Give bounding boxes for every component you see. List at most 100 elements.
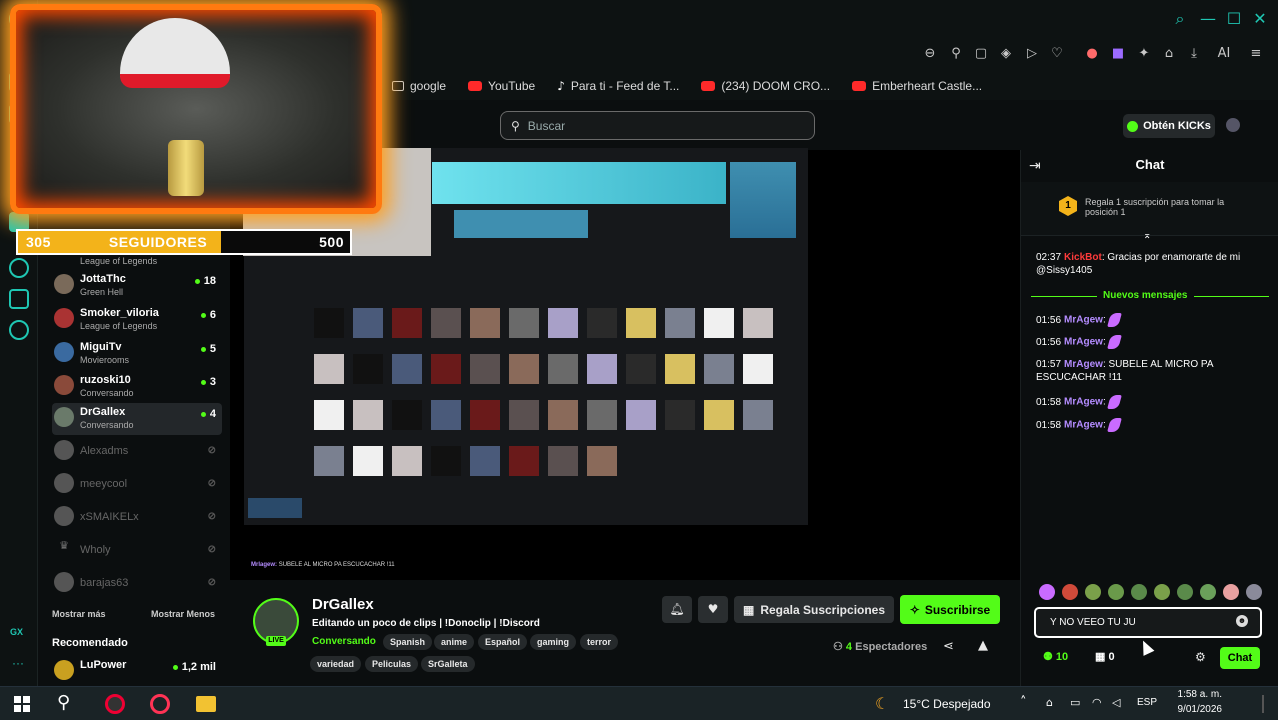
heart-icon[interactable]: ♥ [698,596,728,623]
play-icon[interactable]: ▷ [1024,46,1040,62]
recommended-item[interactable]: LuPower 1,2 mil [52,656,222,686]
clip-thumbnail [665,400,695,430]
volume-icon[interactable]: ◁ [1112,696,1120,709]
maximize-icon[interactable]: ☐ [1224,9,1244,28]
download-icon[interactable]: ⤓ [1186,46,1202,62]
channel-item-offline[interactable]: barajas63 ⊘ [52,568,222,600]
snapshot-icon[interactable]: ▢ [973,46,989,62]
wifi-icon[interactable]: ◠ [1092,696,1102,709]
search-tabs-icon[interactable]: ⌕ [1170,9,1190,29]
settings-icon[interactable] [9,320,29,340]
discord-extension-icon[interactable]: ■ [1110,46,1126,62]
bookmark-doom[interactable]: (234) DOOM CRO... [701,79,830,93]
chat-input[interactable]: Y NO VEEO TU JU [1034,607,1262,638]
show-less-link[interactable]: Mostrar Menos [151,609,215,619]
channel-item[interactable]: MiguiTv Movierooms 5 [52,338,222,370]
emote-icon[interactable] [1154,584,1170,600]
vpn-icon[interactable]: ⌂ [1161,46,1177,62]
tag[interactable]: SrGalleta [421,656,475,672]
get-kicks-button[interactable]: Obtén KICKs [1123,114,1215,138]
tag[interactable]: terror [580,634,619,650]
clip-thumbnail [353,308,383,338]
extensions-icon[interactable] [9,289,29,309]
tag[interactable]: Español [478,634,528,650]
search-icon[interactable]: ⚲ [57,692,70,713]
channel-item-offline[interactable]: xSMAIKELx ⊘ [52,502,222,534]
tag[interactable]: variedad [310,656,362,672]
show-more-link[interactable]: Mostrar más [52,609,106,619]
share-icon[interactable]: ⋖ [943,639,954,654]
channel-item[interactable]: Smoker_viloria League of Legends 6 [52,304,222,336]
pin-icon[interactable]: ⚲ [948,46,964,62]
gift-counter[interactable]: ▦ 0 [1095,650,1115,663]
moon-weather-icon[interactable]: ☾ [875,694,889,713]
tag[interactable]: Spanish [383,634,433,650]
emote-icon[interactable] [1039,584,1055,600]
user-avatar[interactable] [1226,118,1240,132]
clock-time[interactable]: 1:58 a. m. [1170,689,1222,700]
emote-icon[interactable] [1131,584,1147,600]
puzzle-icon[interactable]: ✦ [1136,46,1152,62]
emote-icon[interactable] [1108,584,1124,600]
expand-icon[interactable]: ⌅ [1143,230,1151,241]
stream-category[interactable]: Conversando [312,636,376,647]
emoji-icon[interactable]: ☻ [1236,615,1248,627]
chat-settings-icon[interactable]: ⚙ [1195,650,1206,664]
bookmark-youtube[interactable]: YouTube [468,79,535,93]
tray-app-icon[interactable]: ⌂ [1046,696,1053,709]
emote-icon[interactable] [1223,584,1239,600]
channel-points[interactable]: ⚉ 10 [1043,650,1068,663]
streamer-name[interactable]: DrGallex [312,596,374,613]
tag[interactable]: Peliculas [365,656,419,672]
clip-thumbnail [314,400,344,430]
weather-text[interactable]: 15°C Despejado [903,697,991,711]
bell-icon[interactable]: 🔔︎ [662,596,692,623]
bookmark-emberheart[interactable]: Emberheart Castle... [852,79,982,93]
color-extension-icon[interactable]: ● [1084,46,1100,62]
opera-gx-taskbar-icon[interactable] [150,694,170,714]
emote-icon[interactable] [1246,584,1262,600]
tray-chevron-icon[interactable]: ˄ [1020,695,1027,710]
emote-icon[interactable] [1200,584,1216,600]
report-icon[interactable]: ▲ [978,638,988,653]
gift-subs-button[interactable]: ▦ Regala Suscripciones [734,596,894,623]
zoom-icon[interactable]: ⊖ [922,46,938,62]
clip-thumbnail [509,400,539,430]
show-desktop-button[interactable] [1262,695,1264,713]
gx-label-icon[interactable]: GX [10,627,23,637]
channel-item-offline[interactable]: meeycool ⊘ [52,469,222,501]
channel-item[interactable]: JottaThc Green Hell 18 [52,270,222,302]
network-icon[interactable]: ▭ [1070,696,1080,709]
minimize-icon[interactable]: — [1198,9,1218,28]
bookmark-tiktok[interactable]: ♪ Para ti - Feed de T... [557,79,679,93]
bookmark-google[interactable]: google [392,79,446,93]
tag[interactable]: gaming [530,634,577,650]
clock-date[interactable]: 9/01/2026 [1170,704,1223,715]
send-chat-button[interactable]: Chat [1220,647,1260,669]
shield-icon[interactable]: ◈ [998,46,1014,62]
emote-icon[interactable] [1085,584,1101,600]
emote-icon[interactable] [1177,584,1193,600]
menu-icon[interactable]: ≡ [1248,46,1264,62]
clock-icon[interactable] [9,258,29,278]
windows-start-icon[interactable] [14,696,30,712]
editor-panel [730,162,796,238]
obs-icon[interactable] [105,694,125,714]
channel-item[interactable]: ruzoski10 Conversando 3 [52,371,222,403]
channel-item-selected[interactable]: DrGallex Conversando 4 [52,403,222,435]
channel-item-offline[interactable]: Alexadms ⊘ [52,436,222,468]
search-input[interactable]: ⚲ Buscar [500,111,815,140]
language-indicator[interactable]: ESP [1137,697,1157,708]
file-explorer-icon[interactable] [196,696,216,712]
ai-icon[interactable]: AI [1212,46,1236,62]
webcam-can [168,140,204,196]
heart-icon[interactable]: ♡ [1049,46,1065,62]
subscribe-button[interactable]: ✧ Suscribirse [900,595,1000,624]
pinned-gift-banner[interactable]: 1 Regala 1 suscripción para tomar la pos… [1021,182,1278,236]
more-icon[interactable]: ··· [12,656,24,670]
emote-icon[interactable] [1062,584,1078,600]
emote-icon [1106,335,1122,349]
channel-item-offline[interactable]: ♛ Wholy ⊘ [52,535,222,567]
close-icon[interactable]: ✕ [1250,9,1270,28]
tag[interactable]: anime [434,634,475,650]
